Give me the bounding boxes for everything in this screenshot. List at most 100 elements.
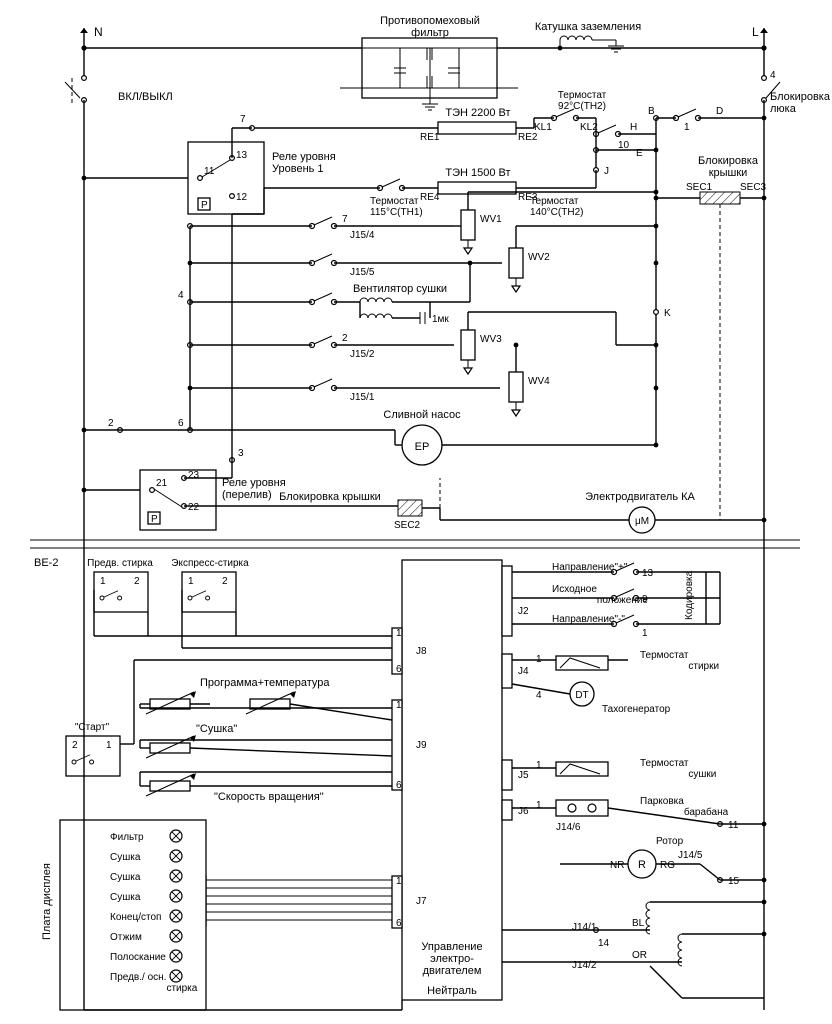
- svg-text:Полоскание: Полоскание: [110, 952, 166, 963]
- svg-text:EP: EP: [415, 441, 430, 453]
- svg-text:7: 7: [240, 114, 246, 125]
- svg-text:J8: J8: [416, 646, 427, 657]
- svg-text:3: 3: [238, 448, 244, 459]
- lvlrelay2-label: Реле уровня(перелив): [222, 477, 286, 501]
- svg-text:J15/4: J15/4: [350, 230, 375, 241]
- svg-text:1мк: 1мк: [432, 314, 449, 325]
- svg-text:Кодировка: Кодировка: [684, 570, 695, 620]
- svg-text:12: 12: [236, 192, 248, 203]
- therm140-label: Термостат140°C(TH2): [530, 196, 583, 218]
- svg-text:Сушка: Сушка: [110, 852, 141, 863]
- svg-text:SEC2: SEC2: [394, 520, 421, 531]
- svg-text:Плата дисплея: Плата дисплея: [41, 863, 53, 940]
- svg-text:"Скорость вращения": "Скорость вращения": [214, 791, 324, 803]
- svg-text:4: 4: [178, 290, 184, 301]
- svg-text:11: 11: [728, 820, 739, 831]
- svg-text:K: K: [664, 308, 671, 319]
- svg-text:2: 2: [72, 740, 78, 751]
- svg-text:J14/6: J14/6: [556, 822, 581, 833]
- svg-text:1: 1: [396, 876, 402, 887]
- svg-text:SEC3: SEC3: [740, 182, 767, 193]
- svg-text:1: 1: [106, 740, 112, 751]
- svg-text:J15/2: J15/2: [350, 349, 375, 360]
- svg-text:D: D: [716, 106, 723, 117]
- svg-text:6: 6: [396, 780, 402, 791]
- svg-text:Тахогенератор: Тахогенератор: [602, 704, 671, 715]
- separator-contacts: [30, 540, 800, 548]
- svg-text:Сушка: Сушка: [110, 872, 141, 883]
- be2-label: BE-2: [34, 557, 58, 569]
- svg-text:J: J: [604, 166, 609, 177]
- svg-text:1: 1: [100, 576, 106, 587]
- heater2-label: ТЭН 1500 Вт: [445, 167, 510, 179]
- svg-text:RG: RG: [660, 860, 675, 871]
- svg-text:Ротор: Ротор: [656, 836, 684, 847]
- svg-text:Термостатсушки: Термостатсушки: [640, 758, 716, 780]
- svg-text:2: 2: [222, 576, 228, 587]
- heater1-label: ТЭН 2200 Вт: [445, 107, 510, 119]
- svg-text:14: 14: [598, 938, 610, 949]
- svg-text:15: 15: [728, 876, 740, 887]
- svg-text:P: P: [151, 514, 158, 525]
- svg-text:1: 1: [684, 122, 690, 133]
- svg-text:J14/1: J14/1: [572, 922, 597, 933]
- svg-text:μM: μM: [635, 516, 649, 527]
- ribbon-cable: [204, 880, 392, 920]
- svg-text:WV3: WV3: [480, 334, 502, 345]
- lidlock2-label: Блокировка крышки: [279, 491, 381, 503]
- doorlock-label: Блокировкалюка: [770, 91, 831, 115]
- svg-text:P: P: [201, 200, 208, 211]
- svg-text:NR: NR: [610, 860, 624, 871]
- controller: [402, 560, 502, 1000]
- svg-text:J2: J2: [518, 606, 529, 617]
- svg-text:22: 22: [188, 502, 200, 513]
- ground-coil-label: Катушка заземления: [535, 21, 641, 33]
- svg-text:WV1: WV1: [480, 214, 502, 225]
- svg-text:J15/5: J15/5: [350, 267, 375, 278]
- svg-text:6: 6: [396, 664, 402, 675]
- lvlrelay1-label: Реле уровняУровень 1: [272, 151, 336, 175]
- svg-text:Нейтраль: Нейтраль: [427, 985, 477, 997]
- svg-text:1: 1: [536, 800, 542, 811]
- svg-text:13: 13: [642, 568, 654, 579]
- svg-text:Фильтр: Фильтр: [110, 832, 144, 843]
- onoff-label: ВКЛ/ВЫКЛ: [118, 91, 173, 103]
- svg-text:Предв. стирка: Предв. стирка: [87, 558, 153, 569]
- svg-text:2: 2: [108, 418, 114, 429]
- svg-text:6: 6: [396, 918, 402, 929]
- label-l: L: [752, 25, 759, 39]
- svg-text:J5: J5: [518, 770, 529, 781]
- svg-text:Сушка: Сушка: [110, 892, 141, 903]
- svg-text:4: 4: [770, 70, 776, 81]
- svg-text:9: 9: [642, 594, 648, 605]
- svg-text:J7: J7: [416, 896, 427, 907]
- svg-text:J15/1: J15/1: [350, 392, 375, 403]
- svg-text:"Сушка": "Сушка": [196, 723, 237, 735]
- svg-text:7: 7: [342, 214, 348, 225]
- svg-text:2: 2: [134, 576, 140, 587]
- label-n: N: [94, 25, 103, 39]
- therm92-label: Термостат92°C(TH2): [558, 90, 607, 112]
- svg-text:BL: BL: [632, 918, 645, 929]
- svg-text:J9: J9: [416, 740, 427, 751]
- ka-label: Электродвигатель КА: [585, 491, 695, 503]
- svg-text:Экспресс-стирка: Экспресс-стирка: [171, 558, 249, 569]
- svg-text:DT: DT: [575, 690, 588, 701]
- svg-text:6: 6: [178, 418, 184, 429]
- svg-text:4: 4: [536, 690, 542, 701]
- svg-text:H: H: [630, 122, 637, 133]
- svg-text:1: 1: [396, 628, 402, 639]
- svg-text:13: 13: [236, 150, 248, 161]
- svg-text:R: R: [638, 859, 646, 871]
- svg-text:Исходноеположение: Исходноеположение: [552, 584, 648, 606]
- lidlock-label: Блокировкакрышки: [698, 155, 759, 179]
- svg-text:B: B: [648, 106, 655, 117]
- svg-text:WV4: WV4: [528, 376, 550, 387]
- fan-label: Вентилятор сушки: [353, 283, 447, 295]
- svg-text:Отжим: Отжим: [110, 932, 142, 943]
- svg-text:RE2: RE2: [518, 132, 538, 143]
- svg-text:SEC1: SEC1: [686, 182, 713, 193]
- svg-text:2: 2: [342, 333, 348, 344]
- svg-text:Термостатстирки: Термостатстирки: [640, 650, 719, 672]
- svg-text:Конец/стоп: Конец/стоп: [110, 912, 161, 923]
